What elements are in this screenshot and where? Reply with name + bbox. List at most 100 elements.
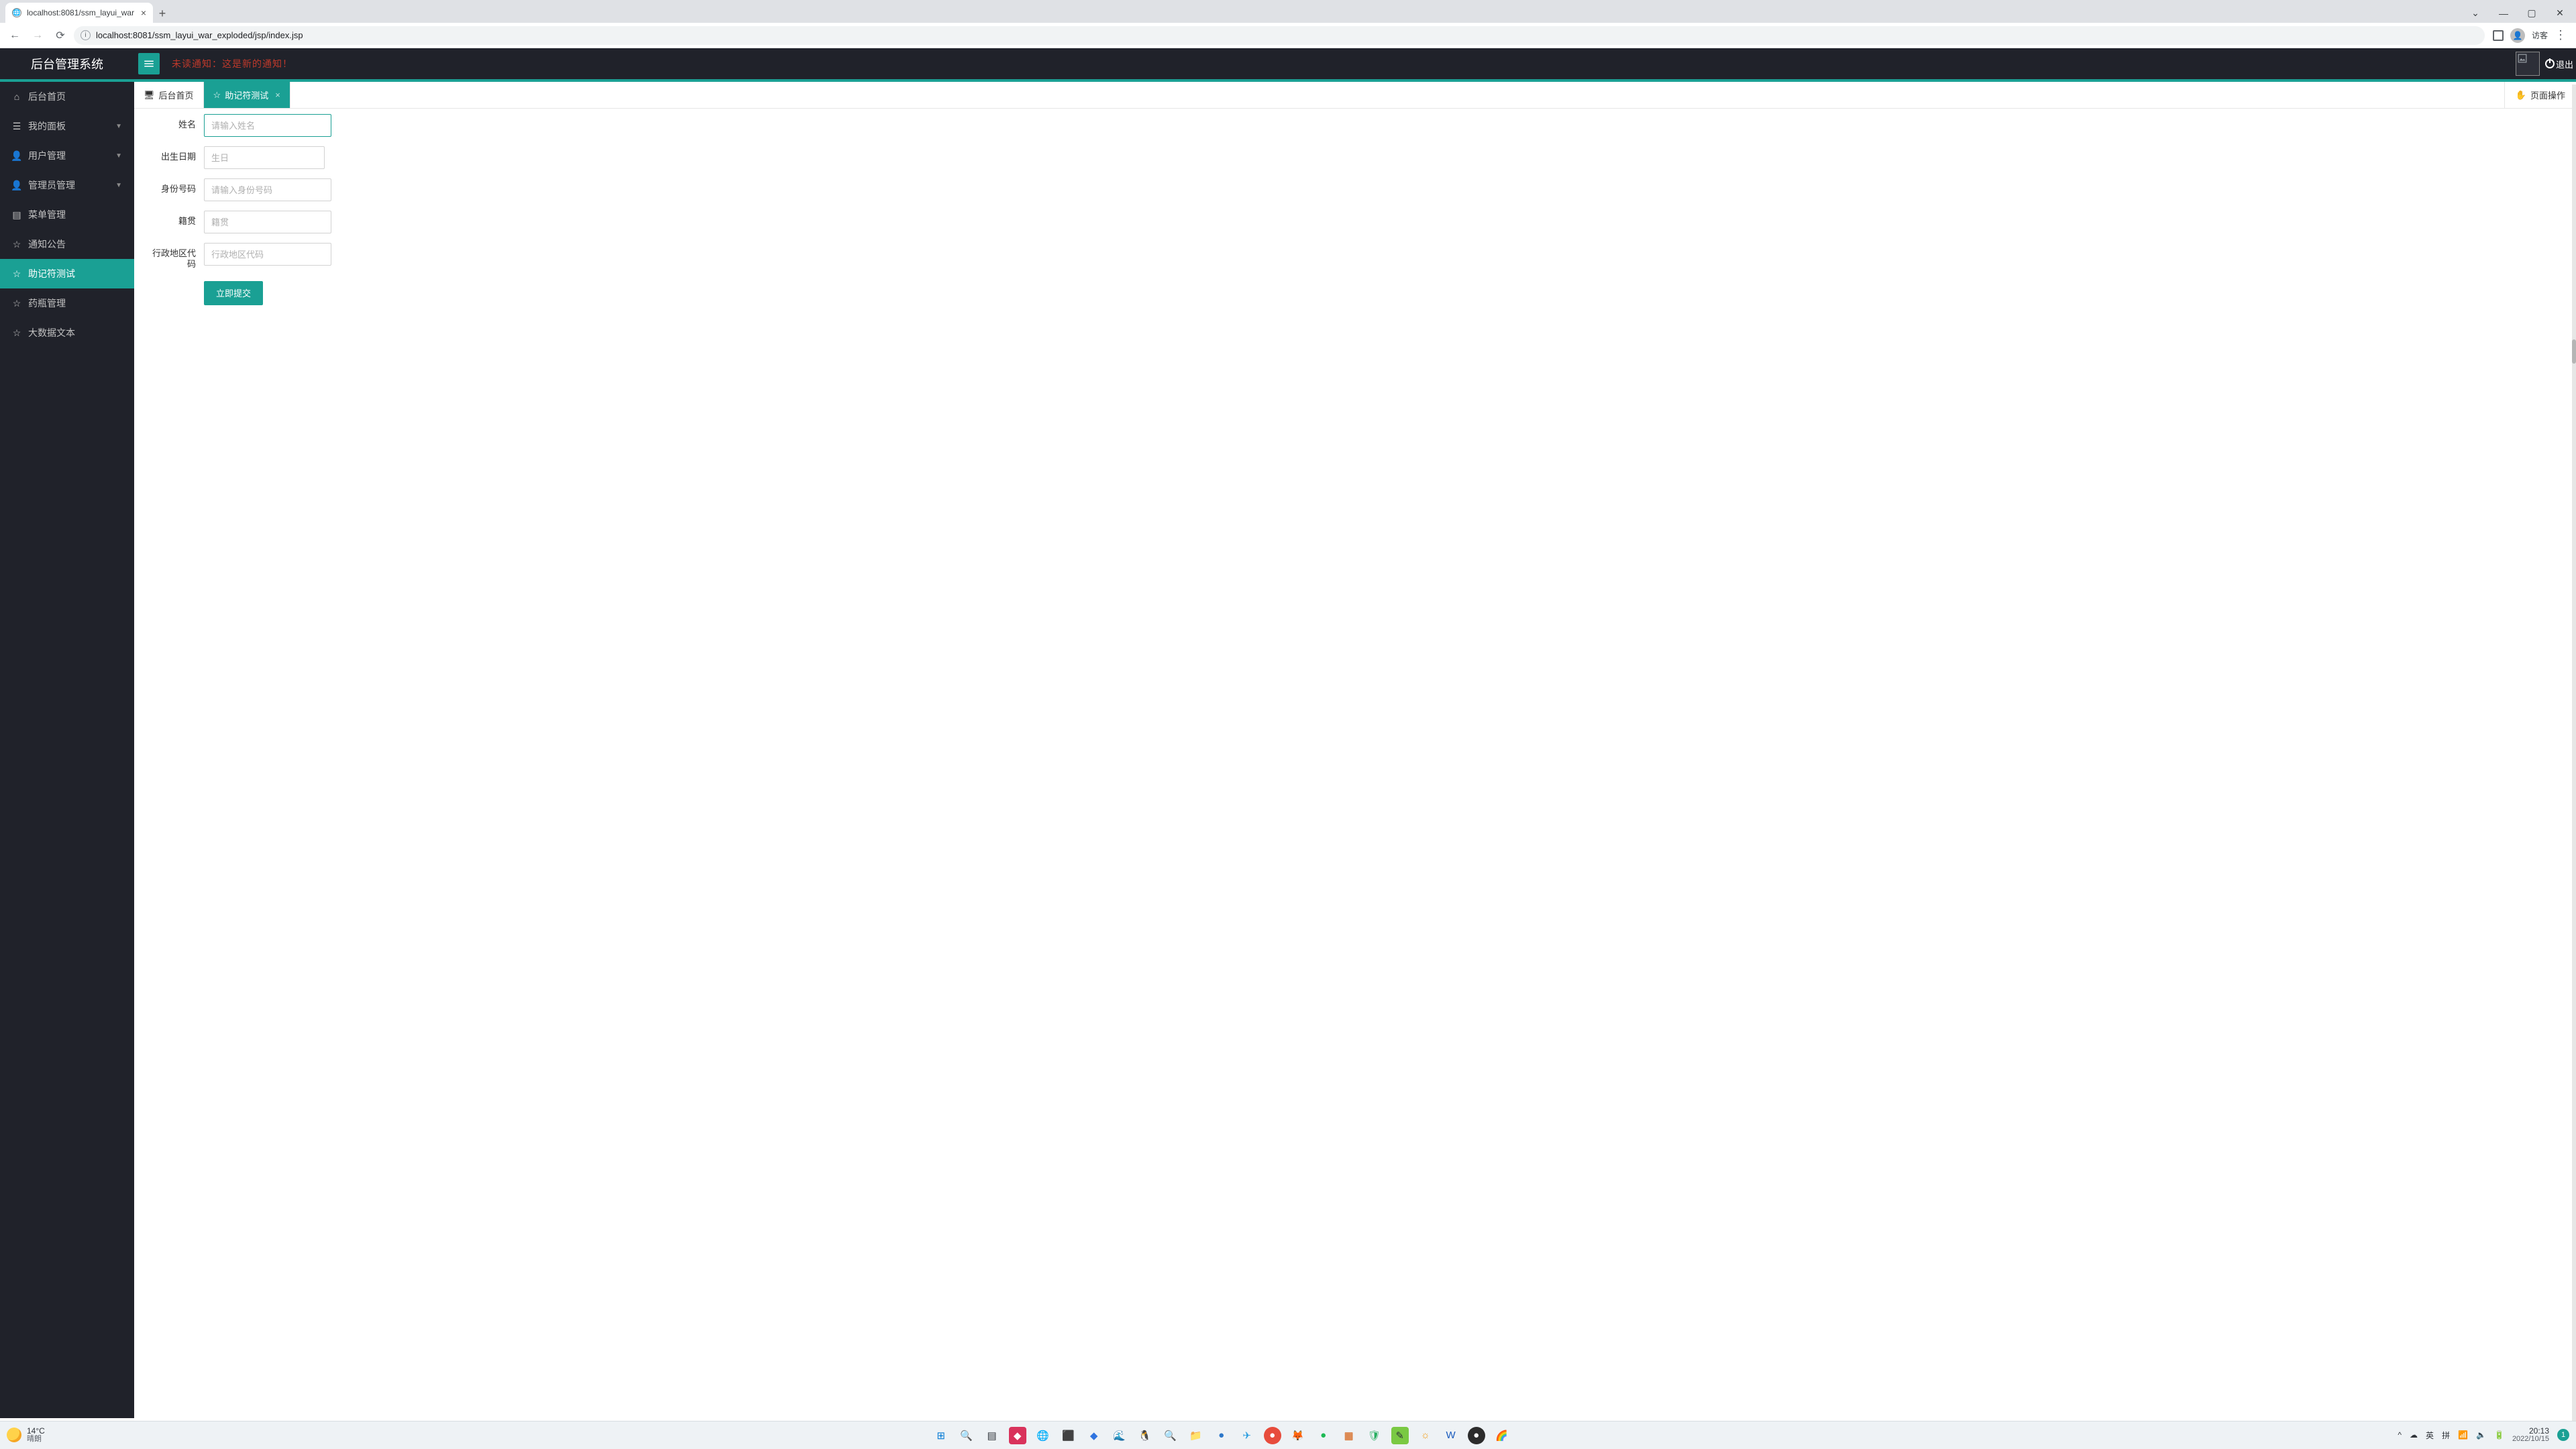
task-view-icon[interactable]: ▤: [983, 1427, 1001, 1444]
chevron-down-icon: ▼: [115, 123, 122, 130]
input-0[interactable]: [204, 114, 331, 137]
browser-titlebar: 🌐 localhost:8081/ssm_layui_war × + ⌄ ― ▢…: [0, 0, 2576, 23]
forward-button[interactable]: →: [28, 26, 47, 45]
globe-icon: 🌐: [12, 8, 21, 17]
logout-label: 退出: [2556, 58, 2573, 70]
new-tab-button[interactable]: +: [153, 4, 172, 23]
scrollbar-track[interactable]: [2572, 85, 2576, 1421]
address-bar[interactable]: i localhost:8081/ssm_layui_war_exploded/…: [74, 26, 2485, 45]
sidebar-item-label: 大数据文本: [28, 326, 75, 339]
submit-button[interactable]: 立即提交: [204, 281, 263, 305]
broken-image-icon: [2518, 54, 2527, 63]
weather-widget[interactable]: 14°C 晴朗: [7, 1427, 45, 1443]
content-tab-0[interactable]: 🖥后台首页: [134, 82, 204, 108]
obs-icon[interactable]: ●: [1468, 1427, 1485, 1444]
maximize-window-button[interactable]: ▢: [2524, 7, 2540, 19]
start-button[interactable]: ⊞: [932, 1427, 950, 1444]
word-icon[interactable]: W: [1442, 1427, 1460, 1444]
extensions-icon[interactable]: [2493, 30, 2504, 41]
taskbar-app-8[interactable]: ▦: [1340, 1427, 1358, 1444]
site-info-icon[interactable]: i: [80, 30, 91, 40]
close-tab-icon[interactable]: ×: [275, 90, 280, 100]
content-tabs: 🖥后台首页☆助记符测试× ✋ 页面操作: [134, 82, 2576, 109]
spotify-icon[interactable]: ●: [1315, 1427, 1332, 1444]
form-label: 姓名: [152, 114, 204, 130]
kebab-menu-icon[interactable]: ⋮: [2555, 28, 2567, 42]
browser-toolbar: ← → ⟳ i localhost:8081/ssm_layui_war_exp…: [0, 23, 2576, 48]
taskbar-app-11[interactable]: ☼: [1417, 1427, 1434, 1444]
taskbar-app-9[interactable]: 🛡: [1366, 1427, 1383, 1444]
scrollbar-thumb[interactable]: [2572, 339, 2576, 364]
chevron-down-icon: ▼: [115, 182, 122, 189]
weather-desc: 晴朗: [27, 1436, 45, 1444]
sidebar-item-2[interactable]: 👤用户管理▼: [0, 141, 134, 170]
sidebar-item-1[interactable]: ☰ 我的面板 ▼: [0, 111, 134, 141]
hamburger-icon: [143, 58, 155, 70]
clock-date: 2022/10/15: [2512, 1436, 2549, 1444]
page-operations-button[interactable]: ✋ 页面操作: [2504, 82, 2576, 108]
profile-label: 访客: [2532, 30, 2548, 41]
file-explorer-icon[interactable]: 📁: [1187, 1427, 1205, 1444]
taskbar-app-6[interactable]: ✈: [1238, 1427, 1256, 1444]
sidebar-item-label: 管理员管理: [28, 178, 75, 192]
sidebar-item-label: 后台首页: [28, 90, 66, 103]
input-1[interactable]: [204, 146, 325, 169]
tray-battery-icon[interactable]: 🔋: [2494, 1430, 2504, 1440]
user-icon: ☰: [12, 121, 21, 132]
taskbar-app-10[interactable]: ✎: [1391, 1427, 1409, 1444]
taskbar-app-7[interactable]: ●: [1264, 1427, 1281, 1444]
close-window-button[interactable]: ✕: [2552, 7, 2568, 19]
taskbar-app-1[interactable]: ◆: [1009, 1427, 1026, 1444]
power-icon: [2545, 59, 2555, 68]
taskbar-app-4[interactable]: 🔍: [1162, 1427, 1179, 1444]
sidebar-item-label: 我的面板: [28, 119, 66, 133]
edge-icon[interactable]: 🌊: [1111, 1427, 1128, 1444]
sidebar-item-5[interactable]: ☆通知公告: [0, 229, 134, 259]
sidebar-item-6[interactable]: ☆助记符测试: [0, 259, 134, 288]
taskbar-app-5[interactable]: ●: [1213, 1427, 1230, 1444]
taskbar-app-3[interactable]: ◆: [1085, 1427, 1103, 1444]
home-icon: ⌂: [12, 91, 21, 102]
notice-marquee: 未读通知：这是新的通知！: [172, 57, 292, 70]
tray-onedrive-icon[interactable]: ☁: [2410, 1430, 2418, 1440]
taskbar-app-2[interactable]: ⬛: [1060, 1427, 1077, 1444]
star-icon: ☆: [12, 239, 21, 250]
form-label: 出生日期: [152, 146, 204, 162]
close-tab-icon[interactable]: ×: [141, 7, 146, 18]
ime-lang[interactable]: 英: [2426, 1430, 2434, 1441]
sidebar-item-4[interactable]: ▤菜单管理: [0, 200, 134, 229]
sidebar-item-label: 用户管理: [28, 149, 66, 162]
app-title: 后台管理系统: [0, 55, 134, 72]
form-row-2: 身份号码: [152, 178, 492, 201]
minimize-window-button[interactable]: ―: [2496, 7, 2512, 19]
browser-tab[interactable]: 🌐 localhost:8081/ssm_layui_war ×: [5, 3, 153, 23]
input-2[interactable]: [204, 178, 331, 201]
firefox-icon[interactable]: 🦊: [1289, 1427, 1307, 1444]
content-tab-1[interactable]: ☆助记符测试×: [204, 82, 290, 108]
clock[interactable]: 20:13 2022/10/15: [2512, 1427, 2549, 1443]
user-avatar-broken-image[interactable]: [2516, 52, 2540, 76]
notification-badge[interactable]: 1: [2557, 1429, 2569, 1441]
tray-chevron-icon[interactable]: ^: [2398, 1430, 2402, 1440]
input-4[interactable]: [204, 243, 331, 266]
tray-network-icon[interactable]: 📶: [2458, 1430, 2468, 1440]
sidebar-item-3[interactable]: 👤管理员管理▼: [0, 170, 134, 200]
sidebar-item-7[interactable]: ☆药瓶管理: [0, 288, 134, 318]
ime-method[interactable]: 拼: [2442, 1430, 2450, 1441]
dropdown-icon[interactable]: ⌄: [2467, 7, 2483, 19]
form-label: 身份号码: [152, 178, 204, 195]
input-3[interactable]: [204, 211, 331, 233]
back-button[interactable]: ←: [5, 26, 24, 45]
reload-button[interactable]: ⟳: [51, 26, 70, 45]
sidebar-item-0[interactable]: ⌂ 后台首页: [0, 82, 134, 111]
qq-icon[interactable]: 🐧: [1136, 1427, 1154, 1444]
sidebar-item-8[interactable]: ☆大数据文本: [0, 318, 134, 347]
search-icon[interactable]: 🔍: [958, 1427, 975, 1444]
chrome-active-icon[interactable]: 🌈: [1493, 1427, 1511, 1444]
sidebar-toggle-button[interactable]: [138, 53, 160, 74]
profile-avatar-icon[interactable]: 👤: [2510, 28, 2525, 43]
tray-volume-icon[interactable]: 🔈: [2476, 1430, 2486, 1440]
chrome-icon[interactable]: 🌐: [1034, 1427, 1052, 1444]
hand-icon: ✋: [2516, 90, 2526, 101]
logout-link[interactable]: 退出: [2545, 58, 2573, 70]
